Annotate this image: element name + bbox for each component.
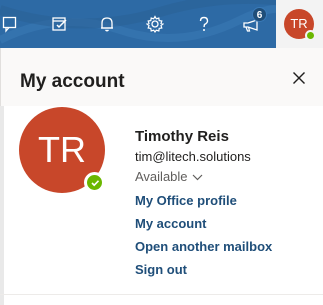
account-info: Timothy Reis tim@litech.solutions Availa… — [135, 128, 272, 279]
panel-title: My account — [20, 71, 125, 92]
close-icon — [293, 72, 305, 84]
help-question-icon — [199, 16, 209, 31]
chevron-down-icon — [192, 174, 202, 180]
account-name: Timothy Reis — [135, 128, 229, 145]
panel-left-edge — [0, 106, 4, 305]
help-button[interactable] — [180, 0, 228, 48]
close-button[interactable] — [287, 66, 311, 90]
settings-gear-icon — [146, 15, 164, 33]
top-bar: 6 — [0, 0, 323, 48]
my-account-link[interactable]: My account — [135, 215, 272, 233]
my-day-button[interactable] — [0, 0, 35, 48]
presence-status-label: Available — [135, 169, 188, 184]
tasks-icon — [52, 17, 67, 31]
header-presence-indicator — [305, 30, 316, 41]
presence-status-dropdown[interactable]: Available — [135, 168, 272, 186]
check-icon — [90, 179, 99, 186]
settings-button[interactable] — [131, 0, 179, 48]
open-another-mailbox-link[interactable]: Open another mailbox — [135, 238, 272, 256]
notifications-bell-icon — [101, 17, 113, 32]
panel-header: My account — [1, 48, 323, 106]
notification-count-badge: 6 — [252, 7, 267, 22]
account-presence-indicator — [84, 172, 105, 193]
sign-out-link[interactable]: Sign out — [135, 261, 272, 279]
panel-divider — [0, 294, 323, 295]
tasks-button[interactable] — [36, 0, 84, 48]
account-email: tim@litech.solutions — [135, 149, 251, 164]
my-day-icon — [2, 16, 17, 33]
notifications-button[interactable] — [83, 0, 131, 48]
whats-new-button[interactable] — [228, 0, 276, 48]
my-office-profile-link[interactable]: My Office profile — [135, 192, 272, 210]
